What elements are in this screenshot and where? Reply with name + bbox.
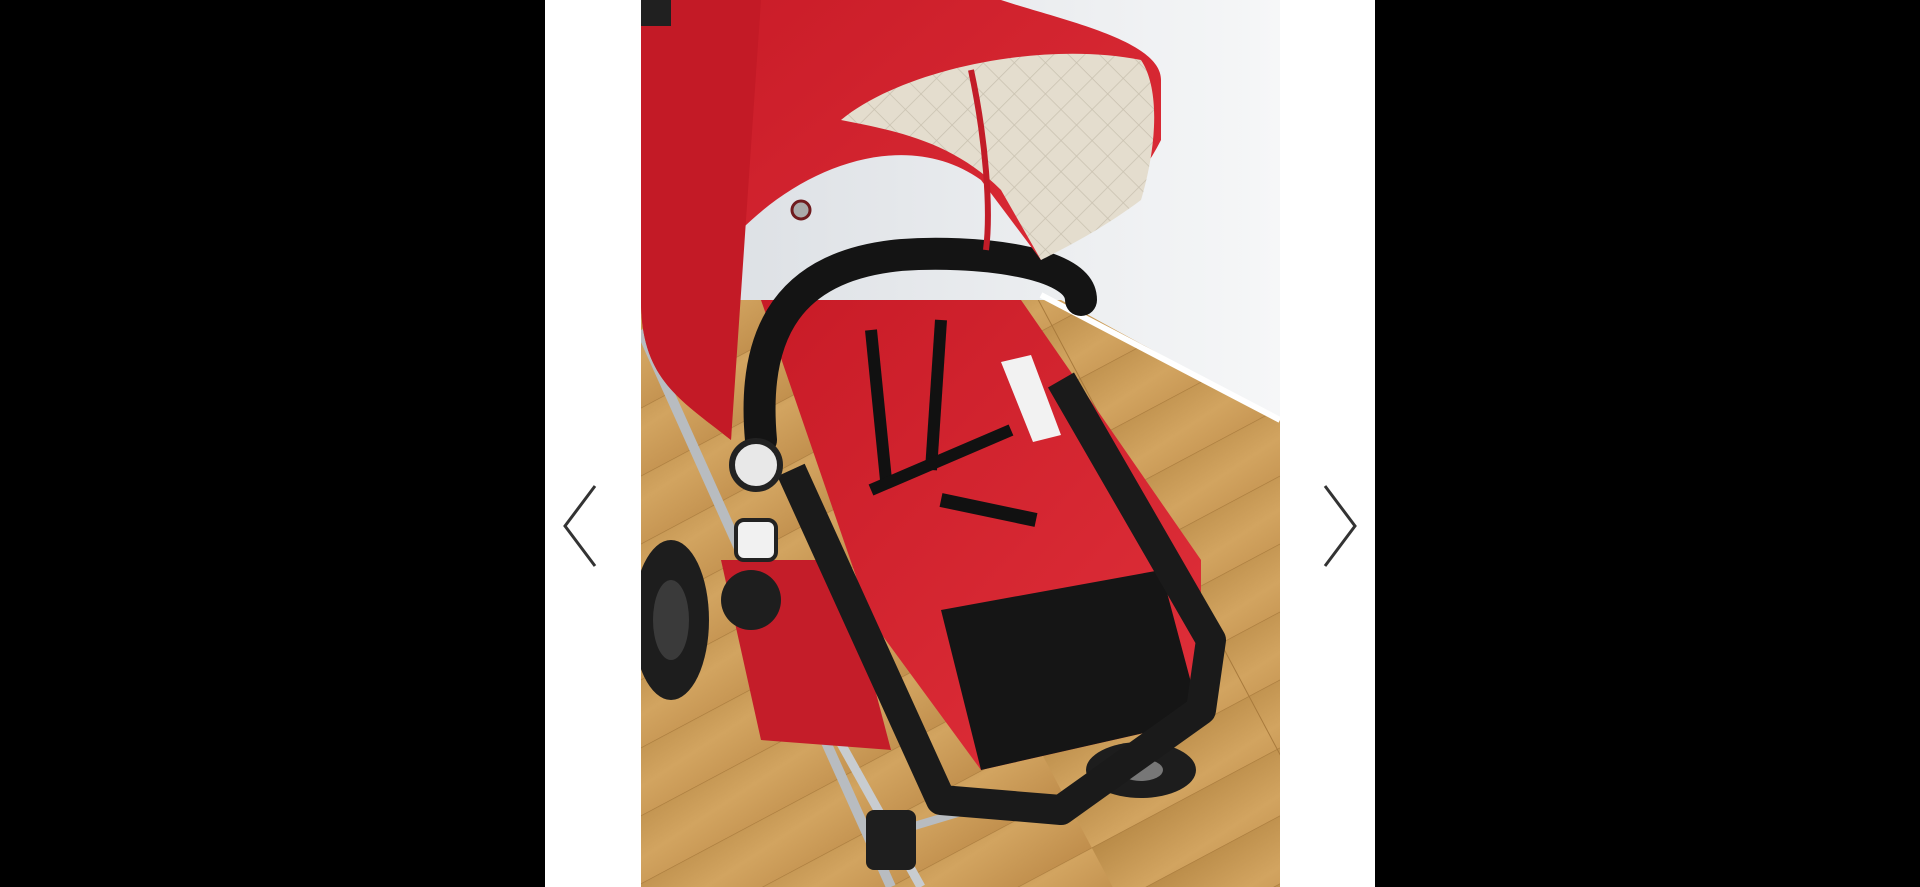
next-image-button[interactable] xyxy=(1313,476,1363,576)
prev-image-button[interactable] xyxy=(557,476,607,576)
image-panel xyxy=(545,0,1375,887)
chevron-right-icon xyxy=(1323,485,1357,567)
image-viewer xyxy=(0,0,1920,887)
chevron-left-icon xyxy=(563,485,597,567)
stroller-photo xyxy=(641,0,1280,887)
